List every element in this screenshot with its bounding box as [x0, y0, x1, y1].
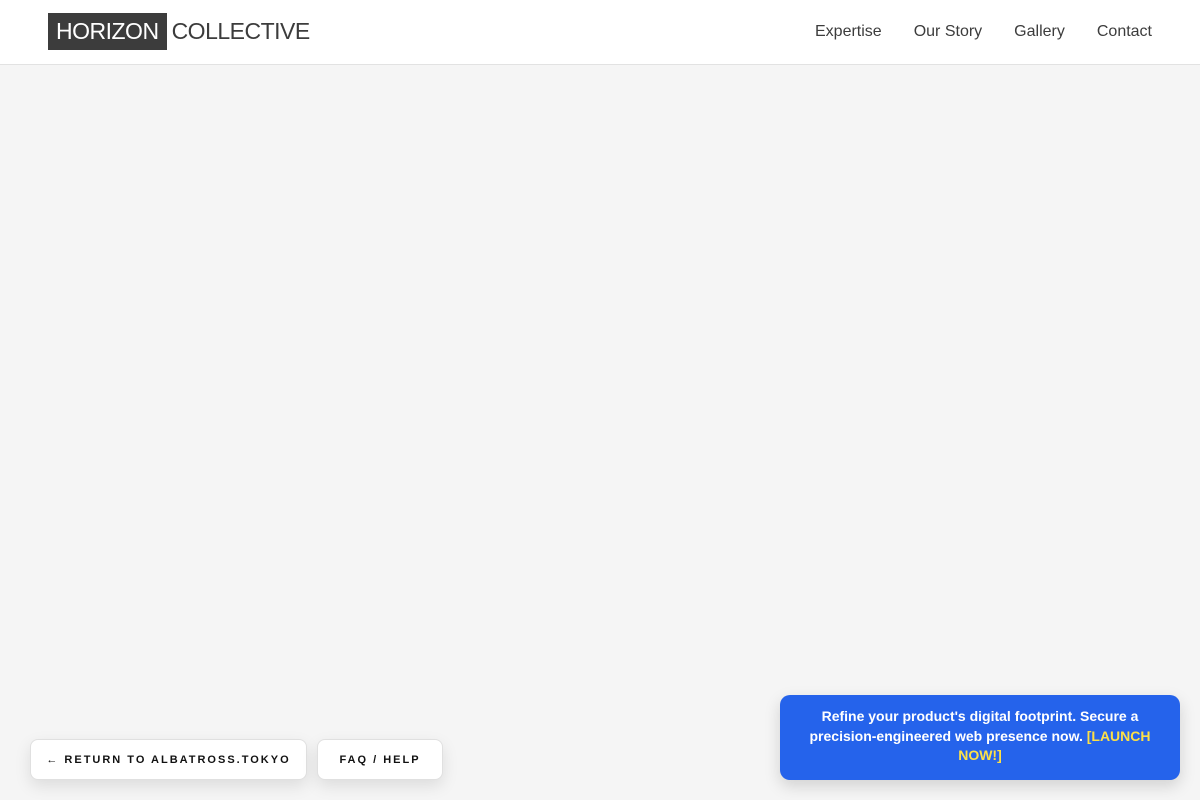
nav-link-contact[interactable]: Contact: [1097, 23, 1152, 41]
site-header: HORIZON COLLECTIVE Expertise Our Story G…: [0, 0, 1200, 65]
logo-text: COLLECTIVE: [171, 18, 311, 44]
promo-banner: Refine your product's digital footprint.…: [780, 695, 1180, 780]
main-nav: Expertise Our Story Gallery Contact: [815, 0, 1152, 64]
nav-link-expertise[interactable]: Expertise: [815, 23, 882, 41]
site-logo[interactable]: HORIZON COLLECTIVE: [48, 13, 310, 50]
nav-link-our-story[interactable]: Our Story: [914, 23, 982, 41]
logo-highlight: HORIZON: [48, 13, 167, 50]
nav-link-gallery[interactable]: Gallery: [1014, 23, 1065, 41]
main-content: [0, 65, 1200, 800]
faq-help-button[interactable]: FAQ / HELP: [317, 739, 443, 780]
return-to-albatross-button[interactable]: ← RETURN TO ALBATROSS.TOKYO: [30, 739, 307, 780]
